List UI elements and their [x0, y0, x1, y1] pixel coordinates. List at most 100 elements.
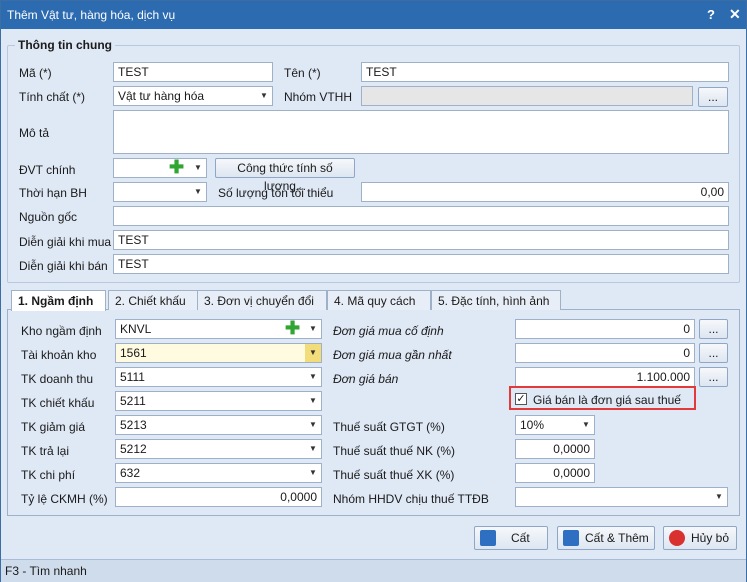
return-acc-select[interactable]: 5212 ▼ — [115, 439, 322, 459]
qty-formula-button[interactable]: Công thức tính số lượng... — [215, 158, 355, 193]
save-button[interactable]: Cất — [474, 526, 548, 550]
min-stock-label: Số lượng tồn tối thiểu — [218, 186, 334, 200]
warehouse-label: Kho ngầm định — [21, 324, 102, 338]
group-label: Nhóm VTHH — [284, 90, 353, 104]
stock-acc-select[interactable]: 1561 ▼ — [115, 343, 322, 363]
origin-label: Nguồn gốc — [19, 210, 78, 224]
fixed-price-input[interactable]: 0 — [515, 319, 695, 339]
discount-acc-select[interactable]: 5211 ▼ — [115, 391, 322, 411]
import-tax-input[interactable]: 0,0000 — [515, 439, 595, 459]
cancel-label: Hủy bỏ — [691, 531, 730, 545]
group-input — [361, 86, 693, 106]
floppy-disk-add-icon — [563, 530, 579, 546]
return-acc-label: TK trả lại — [21, 444, 70, 458]
vat-select[interactable]: 10% ▼ — [515, 415, 595, 435]
warranty-select[interactable]: ▼ — [113, 182, 207, 202]
close-button[interactable]: ✕ — [729, 6, 741, 23]
tab-panel — [7, 309, 740, 516]
group-browse-button[interactable]: ... — [698, 87, 728, 107]
expense-acc-label: TK chi phí — [21, 468, 76, 482]
chevron-down-icon[interactable]: ▼ — [305, 416, 321, 434]
name-input[interactable]: TEST — [361, 62, 729, 82]
tab-features-images[interactable]: 5. Đặc tính, hình ảnh — [431, 290, 561, 310]
ttdb-label: Nhóm HHDV chịu thuế TTĐB — [333, 492, 489, 506]
sale-price-input[interactable]: 1.100.000 — [515, 367, 695, 387]
tab-unit-conversion[interactable]: 3. Đơn vị chuyển đổi — [197, 290, 327, 310]
ttdb-select[interactable]: ▼ — [515, 487, 728, 507]
revenue-acc-select[interactable]: 5111 ▼ — [115, 367, 322, 387]
warehouse-value: KNVL — [120, 322, 152, 336]
expense-acc-value: 632 — [120, 466, 141, 480]
save-label: Cất — [511, 531, 530, 545]
sell-desc-label: Diễn giải khi bán — [19, 259, 108, 273]
help-button[interactable]: ? — [707, 7, 715, 22]
add-unit-plus-icon[interactable]: ✚ — [169, 158, 184, 176]
min-stock-input[interactable]: 0,00 — [361, 182, 729, 202]
name-label: Tên (*) — [284, 66, 321, 80]
save-and-add-label: Cất & Thêm — [585, 531, 649, 545]
reduction-acc-value: 5213 — [120, 418, 147, 432]
nature-select[interactable]: Vật tư hàng hóa ▼ — [113, 86, 273, 106]
chevron-down-icon[interactable]: ▼ — [305, 320, 321, 338]
floppy-disk-icon — [480, 530, 496, 546]
code-input[interactable]: TEST — [113, 62, 273, 82]
unit-select[interactable]: ▼ — [113, 158, 207, 178]
stock-acc-label: Tài khoản kho — [21, 348, 97, 362]
code-label: Mã (*) — [19, 66, 52, 80]
buy-desc-input[interactable]: TEST — [113, 230, 729, 250]
after-tax-label[interactable]: Giá bán là đơn giá sau thuế — [533, 393, 681, 407]
add-warehouse-plus-icon[interactable]: ✚ — [285, 319, 300, 337]
chevron-down-icon[interactable]: ▼ — [711, 488, 727, 506]
unit-label: ĐVT chính — [19, 163, 76, 177]
ckmh-label: Tỷ lệ CKMH (%) — [21, 492, 108, 506]
save-and-add-button[interactable]: Cất & Thêm — [557, 526, 655, 550]
cancel-icon — [669, 530, 685, 546]
chevron-down-icon[interactable]: ▼ — [578, 416, 594, 434]
discount-acc-label: TK chiết khấu — [21, 396, 95, 410]
quick-search-hint: F3 - Tìm nhanh — [5, 564, 87, 578]
chevron-down-icon[interactable]: ▼ — [305, 464, 321, 482]
chevron-down-icon[interactable]: ▼ — [256, 87, 272, 105]
last-price-browse-button[interactable]: ... — [699, 343, 728, 363]
tab-spec-code[interactable]: 4. Mã quy cách — [327, 290, 431, 310]
dialog-window: Thêm Vật tư, hàng hóa, dịch vụ ? ✕ Thông… — [0, 0, 747, 582]
fixed-price-browse-button[interactable]: ... — [699, 319, 728, 339]
chevron-down-icon[interactable]: ▼ — [305, 440, 321, 458]
tab-discount[interactable]: 2. Chiết khấu — [108, 290, 205, 310]
status-bar: F3 - Tìm nhanh — [1, 559, 746, 582]
fixed-price-label: Đơn giá mua cố định — [333, 324, 444, 338]
revenue-acc-value: 5111 — [120, 370, 145, 384]
chevron-down-icon[interactable]: ▼ — [190, 159, 206, 177]
sell-desc-input[interactable]: TEST — [113, 254, 729, 274]
expense-acc-select[interactable]: 632 ▼ — [115, 463, 322, 483]
last-price-input[interactable]: 0 — [515, 343, 695, 363]
window-title: Thêm Vật tư, hàng hóa, dịch vụ — [7, 8, 176, 22]
discount-acc-value: 5211 — [120, 394, 146, 408]
vat-label: Thuế suất GTGT (%) — [333, 420, 445, 434]
chevron-down-icon[interactable]: ▼ — [305, 392, 321, 410]
import-tax-label: Thuế suất thuế NK (%) — [333, 444, 456, 458]
sale-price-label: Đơn giá bán — [333, 372, 399, 386]
cancel-button[interactable]: Hủy bỏ — [663, 526, 737, 550]
revenue-acc-label: TK doanh thu — [21, 372, 94, 386]
chevron-down-icon[interactable]: ▼ — [305, 368, 321, 386]
ckmh-input[interactable]: 0,0000 — [115, 487, 322, 507]
tab-defaults[interactable]: 1. Ngầm định — [11, 290, 106, 311]
desc-label: Mô tả — [19, 126, 50, 140]
nature-label: Tính chất (*) — [19, 90, 86, 104]
export-tax-label: Thuế suất thuế XK (%) — [333, 468, 455, 482]
buy-desc-label: Diễn giải khi mua — [19, 235, 112, 249]
reduction-acc-label: TK giảm giá — [21, 420, 86, 434]
stock-acc-value: 1561 — [120, 346, 147, 360]
after-tax-checkbox[interactable]: ✓ — [515, 393, 527, 405]
origin-input[interactable] — [113, 206, 729, 226]
reduction-acc-select[interactable]: 5213 ▼ — [115, 415, 322, 435]
sale-price-browse-button[interactable]: ... — [699, 367, 728, 387]
title-bar: Thêm Vật tư, hàng hóa, dịch vụ ? ✕ — [1, 1, 746, 29]
export-tax-input[interactable]: 0,0000 — [515, 463, 595, 483]
chevron-down-icon[interactable]: ▼ — [305, 344, 321, 362]
chevron-down-icon[interactable]: ▼ — [190, 183, 206, 201]
desc-textarea[interactable] — [113, 110, 729, 154]
warranty-label: Thời hạn BH — [19, 186, 87, 200]
general-info-title: Thông tin chung — [15, 38, 115, 52]
